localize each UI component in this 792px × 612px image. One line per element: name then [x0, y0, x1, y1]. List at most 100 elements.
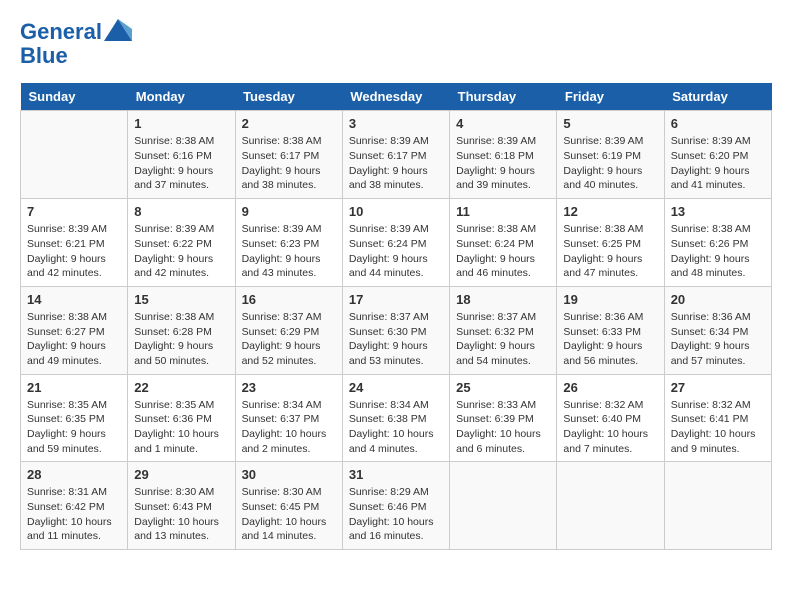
day-info: Sunrise: 8:38 AM Sunset: 6:16 PM Dayligh…: [134, 134, 228, 193]
calendar-cell: 21 Sunrise: 8:35 AM Sunset: 6:35 PM Dayli…: [21, 374, 128, 462]
day-info: Sunrise: 8:32 AM Sunset: 6:41 PM Dayligh…: [671, 398, 765, 457]
day-number: 6: [671, 116, 765, 131]
day-number: 23: [242, 380, 336, 395]
calendar-cell: 24Sunrise: 8:34 AM Sunset: 6:38 PM Dayli…: [342, 374, 449, 462]
weekday-header: Thursday: [450, 83, 557, 111]
calendar-cell: 23Sunrise: 8:34 AM Sunset: 6:37 PM Dayli…: [235, 374, 342, 462]
day-number: 7: [27, 204, 121, 219]
calendar-cell: 2Sunrise: 8:38 AM Sunset: 6:17 PM Daylig…: [235, 111, 342, 199]
calendar-cell: 30 Sunrise: 8:30 AM Sunset: 6:45 PM Dayli…: [235, 462, 342, 550]
day-number: 8: [134, 204, 228, 219]
day-number: 13: [671, 204, 765, 219]
day-info: Sunrise: 8:39 AM Sunset: 6:23 PM Dayligh…: [242, 222, 336, 281]
calendar-cell: 10 Sunrise: 8:39 AM Sunset: 6:24 PM Dayli…: [342, 199, 449, 287]
day-info: Sunrise: 8:39 AM Sunset: 6:17 PM Dayligh…: [349, 134, 443, 193]
calendar-cell: 31Sunrise: 8:29 AM Sunset: 6:46 PM Dayli…: [342, 462, 449, 550]
day-number: 17: [349, 292, 443, 307]
calendar-cell: [450, 462, 557, 550]
day-info: Sunrise: 8:39 AM Sunset: 6:19 PM Dayligh…: [563, 134, 657, 193]
calendar-cell: 12 Sunrise: 8:38 AM Sunset: 6:25 PM Dayli…: [557, 199, 664, 287]
day-number: 12: [563, 204, 657, 219]
day-info: Sunrise: 8:39 AM Sunset: 6:22 PM Dayligh…: [134, 222, 228, 281]
day-number: 16: [242, 292, 336, 307]
day-number: 29: [134, 467, 228, 482]
day-info: Sunrise: 8:33 AM Sunset: 6:39 PM Dayligh…: [456, 398, 550, 457]
day-number: 3: [349, 116, 443, 131]
day-info: Sunrise: 8:37 AM Sunset: 6:30 PM Dayligh…: [349, 310, 443, 369]
day-info: Sunrise: 8:38 AM Sunset: 6:25 PM Dayligh…: [563, 222, 657, 281]
day-number: 10: [349, 204, 443, 219]
day-number: 5: [563, 116, 657, 131]
day-info: Sunrise: 8:37 AM Sunset: 6:32 PM Dayligh…: [456, 310, 550, 369]
day-number: 28: [27, 467, 121, 482]
logo-icon: [104, 19, 132, 41]
day-number: 4: [456, 116, 550, 131]
calendar-week: 7 Sunrise: 8:39 AM Sunset: 6:21 PM Daylig…: [21, 199, 772, 287]
calendar-cell: 29 Sunrise: 8:30 AM Sunset: 6:43 PM Dayli…: [128, 462, 235, 550]
calendar-cell: 3 Sunrise: 8:39 AM Sunset: 6:17 PM Daylig…: [342, 111, 449, 199]
day-number: 20: [671, 292, 765, 307]
calendar-cell: 1 Sunrise: 8:38 AM Sunset: 6:16 PM Daylig…: [128, 111, 235, 199]
calendar-week: 21 Sunrise: 8:35 AM Sunset: 6:35 PM Dayli…: [21, 374, 772, 462]
logo-line1: General: [20, 20, 102, 44]
day-info: Sunrise: 8:30 AM Sunset: 6:43 PM Dayligh…: [134, 485, 228, 544]
day-number: 18: [456, 292, 550, 307]
calendar-table: SundayMondayTuesdayWednesdayThursdayFrid…: [20, 83, 772, 550]
weekday-header: Monday: [128, 83, 235, 111]
day-info: Sunrise: 8:35 AM Sunset: 6:35 PM Dayligh…: [27, 398, 121, 457]
day-info: Sunrise: 8:38 AM Sunset: 6:24 PM Dayligh…: [456, 222, 550, 281]
calendar-cell: [557, 462, 664, 550]
calendar-cell: 27 Sunrise: 8:32 AM Sunset: 6:41 PM Dayli…: [664, 374, 771, 462]
day-info: Sunrise: 8:39 AM Sunset: 6:21 PM Dayligh…: [27, 222, 121, 281]
calendar-cell: 18 Sunrise: 8:37 AM Sunset: 6:32 PM Dayli…: [450, 286, 557, 374]
calendar-week: 1 Sunrise: 8:38 AM Sunset: 6:16 PM Daylig…: [21, 111, 772, 199]
calendar-cell: 28Sunrise: 8:31 AM Sunset: 6:42 PM Dayli…: [21, 462, 128, 550]
calendar-cell: 26Sunrise: 8:32 AM Sunset: 6:40 PM Dayli…: [557, 374, 664, 462]
day-number: 11: [456, 204, 550, 219]
day-info: Sunrise: 8:34 AM Sunset: 6:38 PM Dayligh…: [349, 398, 443, 457]
day-number: 19: [563, 292, 657, 307]
day-info: Sunrise: 8:35 AM Sunset: 6:36 PM Dayligh…: [134, 398, 228, 457]
calendar-cell: 17 Sunrise: 8:37 AM Sunset: 6:30 PM Dayli…: [342, 286, 449, 374]
weekday-header: Sunday: [21, 83, 128, 111]
calendar-cell: 11 Sunrise: 8:38 AM Sunset: 6:24 PM Dayli…: [450, 199, 557, 287]
day-info: Sunrise: 8:39 AM Sunset: 6:20 PM Dayligh…: [671, 134, 765, 193]
calendar-cell: 8 Sunrise: 8:39 AM Sunset: 6:22 PM Daylig…: [128, 199, 235, 287]
calendar-cell: 7 Sunrise: 8:39 AM Sunset: 6:21 PM Daylig…: [21, 199, 128, 287]
day-number: 27: [671, 380, 765, 395]
calendar-cell: 22 Sunrise: 8:35 AM Sunset: 6:36 PM Dayli…: [128, 374, 235, 462]
day-number: 21: [27, 380, 121, 395]
calendar-cell: 16 Sunrise: 8:37 AM Sunset: 6:29 PM Dayli…: [235, 286, 342, 374]
calendar-cell: 15 Sunrise: 8:38 AM Sunset: 6:28 PM Dayli…: [128, 286, 235, 374]
day-number: 1: [134, 116, 228, 131]
day-info: Sunrise: 8:38 AM Sunset: 6:26 PM Dayligh…: [671, 222, 765, 281]
weekday-header: Tuesday: [235, 83, 342, 111]
day-number: 30: [242, 467, 336, 482]
day-info: Sunrise: 8:38 AM Sunset: 6:17 PM Dayligh…: [242, 134, 336, 193]
day-info: Sunrise: 8:30 AM Sunset: 6:45 PM Dayligh…: [242, 485, 336, 544]
day-info: Sunrise: 8:36 AM Sunset: 6:34 PM Dayligh…: [671, 310, 765, 369]
calendar-cell: [664, 462, 771, 550]
logo-line2: Blue: [20, 44, 132, 68]
calendar-header: SundayMondayTuesdayWednesdayThursdayFrid…: [21, 83, 772, 111]
calendar-cell: 19 Sunrise: 8:36 AM Sunset: 6:33 PM Dayli…: [557, 286, 664, 374]
calendar-cell: 4Sunrise: 8:39 AM Sunset: 6:18 PM Daylig…: [450, 111, 557, 199]
day-info: Sunrise: 8:38 AM Sunset: 6:28 PM Dayligh…: [134, 310, 228, 369]
day-number: 22: [134, 380, 228, 395]
day-info: Sunrise: 8:36 AM Sunset: 6:33 PM Dayligh…: [563, 310, 657, 369]
logo: General Blue: [20, 20, 132, 68]
day-info: Sunrise: 8:32 AM Sunset: 6:40 PM Dayligh…: [563, 398, 657, 457]
day-number: 31: [349, 467, 443, 482]
day-number: 15: [134, 292, 228, 307]
calendar-week: 28Sunrise: 8:31 AM Sunset: 6:42 PM Dayli…: [21, 462, 772, 550]
weekday-header: Friday: [557, 83, 664, 111]
weekday-header: Wednesday: [342, 83, 449, 111]
calendar-cell: [21, 111, 128, 199]
page-header: General Blue: [20, 20, 772, 68]
calendar-cell: 5 Sunrise: 8:39 AM Sunset: 6:19 PM Daylig…: [557, 111, 664, 199]
day-info: Sunrise: 8:39 AM Sunset: 6:24 PM Dayligh…: [349, 222, 443, 281]
calendar-cell: 14Sunrise: 8:38 AM Sunset: 6:27 PM Dayli…: [21, 286, 128, 374]
calendar-cell: 13 Sunrise: 8:38 AM Sunset: 6:26 PM Dayli…: [664, 199, 771, 287]
day-number: 9: [242, 204, 336, 219]
day-info: Sunrise: 8:37 AM Sunset: 6:29 PM Dayligh…: [242, 310, 336, 369]
